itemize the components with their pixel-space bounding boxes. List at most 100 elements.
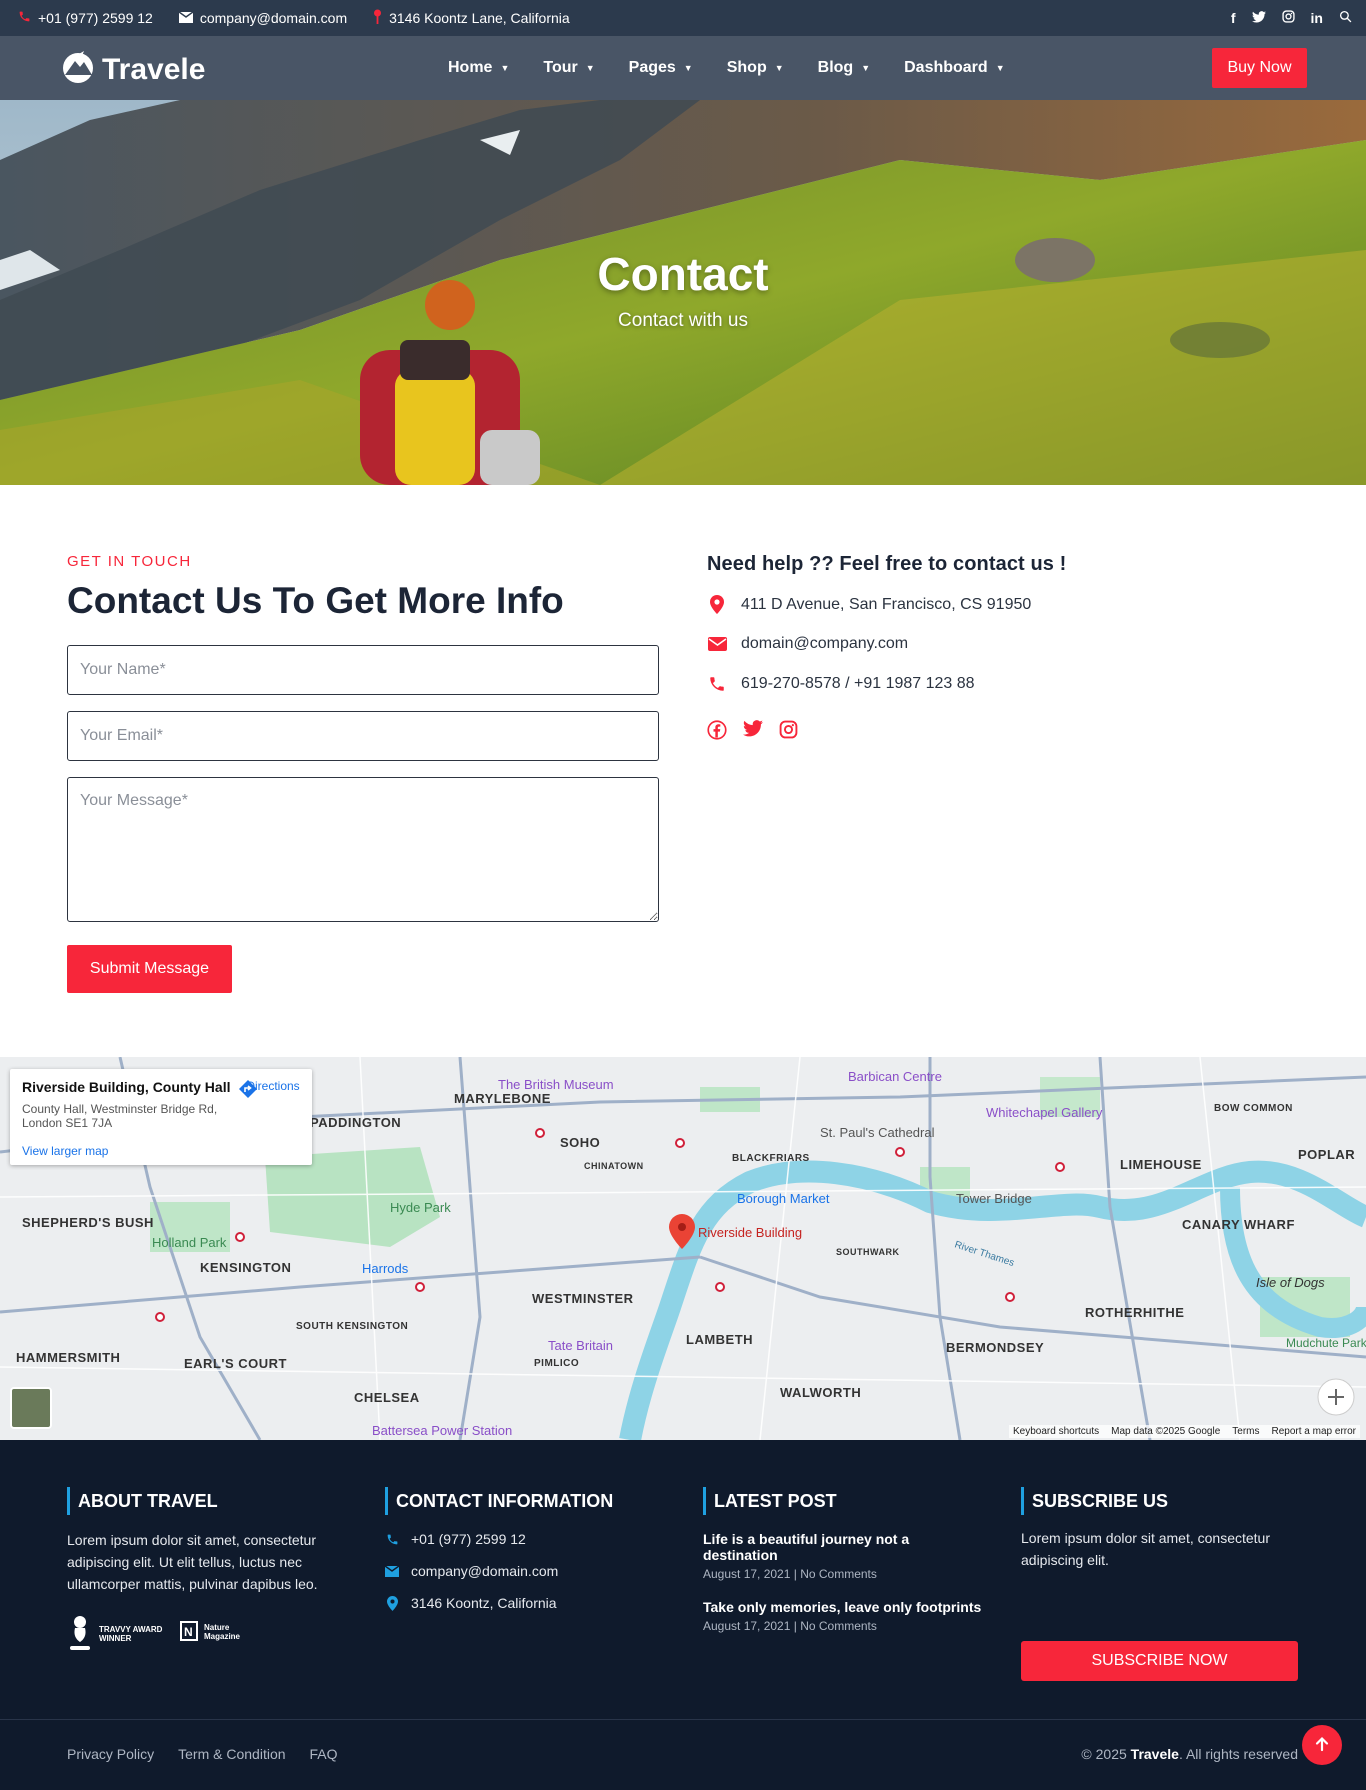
privacy-policy-link[interactable]: Privacy Policy [67,1746,154,1762]
map-label: SOUTH KENSINGTON [296,1321,408,1332]
top-email-text: company@domain.com [199,10,348,26]
trophy-icon [67,1614,93,1654]
message-textarea[interactable] [67,777,659,922]
phone-icon [707,675,727,693]
footer-phone-text: +01 (977) 2599 12 [411,1531,526,1547]
top-email[interactable]: company@domain.com [178,10,348,26]
nav-dashboard[interactable]: Dashboard ▼ [904,59,1005,77]
map-label: BOW COMMON [1214,1103,1293,1114]
search-icon[interactable] [1339,10,1352,26]
info-email[interactable]: domain@company.com [707,635,908,653]
instagram-icon[interactable] [779,720,798,745]
map-label: CHELSEA [354,1390,420,1405]
map-attribution: Keyboard shortcuts Map data ©2025 Google… [1008,1425,1360,1438]
phone-icon [18,10,31,26]
terms-link[interactable]: Terms [1232,1426,1259,1437]
map-label: BERMONDSEY [946,1340,1044,1355]
poi-label: Barbican Centre [848,1069,942,1084]
buy-now-button[interactable]: Buy Now [1212,48,1307,88]
contact-social-links [707,720,798,745]
copyright-suffix: . All rights reserved [1178,1746,1298,1762]
poi-label: Battersea Power Station [372,1423,512,1438]
twitter-icon[interactable] [743,720,763,745]
map-label: KENSINGTON [200,1260,291,1275]
post-comments[interactable]: No Comments [800,1619,877,1633]
poi-label: Holland Park [152,1235,227,1250]
footer-email[interactable]: company@domain.com [385,1555,655,1587]
top-social-links: f in [1231,0,1352,36]
site-logo[interactable]: Travele [60,48,205,92]
scroll-to-top-button[interactable] [1302,1725,1342,1765]
map-label: SOHO [560,1135,600,1150]
google-map[interactable]: MARYLEBONE PADDINGTON SOHO BLACKFRIARS L… [0,1057,1366,1440]
facebook-icon[interactable]: f [1231,10,1236,26]
top-contact-list: +01 (977) 2599 12 company@domain.com 314… [18,0,570,36]
poi-label: Harrods [362,1261,409,1276]
facebook-icon[interactable] [707,720,727,745]
info-email-text: domain@company.com [741,635,909,652]
poi-label: Whitechapel Gallery [986,1105,1103,1120]
info-address: 411 D Avenue, San Francisco, CS 91950 [707,595,1031,614]
nav-tour[interactable]: Tour ▼ [543,59,594,77]
nav-pages-label: Pages [628,59,676,76]
post-title[interactable]: Life is a beautiful journey not a destin… [703,1531,983,1563]
map-label: PADDINGTON [310,1115,401,1130]
satellite-toggle[interactable] [10,1387,52,1429]
name-input[interactable] [67,645,659,695]
nav-shop[interactable]: Shop ▼ [727,59,784,77]
linkedin-icon[interactable]: in [1311,10,1323,26]
post-title[interactable]: Take only memories, leave only footprint… [703,1599,983,1615]
map-label: CHINATOWN [584,1161,644,1171]
keyboard-shortcuts-link[interactable]: Keyboard shortcuts [1013,1426,1099,1437]
award-line: TRAVVY AWARD [99,1625,163,1634]
nav-shop-label: Shop [726,59,767,76]
info-phone[interactable]: 619-270-8578 / +91 1987 123 88 [707,675,975,693]
post-comments[interactable]: No Comments [800,1567,877,1581]
map-label: WALWORTH [780,1385,861,1400]
nav-pages[interactable]: Pages ▼ [629,59,693,77]
submit-message-button[interactable]: Submit Message [67,945,232,993]
section-title: Contact Us To Get More Info [67,580,564,621]
place-address: County Hall, Westminster Bridge Rd, Lond… [22,1102,218,1130]
map-pin-icon [373,9,382,27]
faq-link[interactable]: FAQ [310,1746,338,1762]
twitter-icon[interactable] [1251,10,1266,26]
poi-label: Isle of Dogs [1256,1275,1325,1290]
footer-phone[interactable]: +01 (977) 2599 12 [385,1523,655,1555]
poi-label: The British Museum [498,1077,614,1092]
magazine-icon: N [180,1621,198,1643]
view-larger-map-link[interactable]: View larger map [22,1144,108,1158]
top-address-text: 3146 Koontz Lane, California [389,10,570,26]
award-line: Nature [204,1623,230,1632]
subscribe-now-button[interactable]: SUBSCRIBE NOW [1021,1641,1298,1681]
directions-button[interactable]: Directions [238,1079,308,1098]
nav-home[interactable]: Home ▼ [448,59,509,77]
top-phone[interactable]: +01 (977) 2599 12 [18,10,153,26]
post-item[interactable]: Life is a beautiful journey not a destin… [703,1531,983,1581]
post-date: August 17, 2021 [703,1619,791,1633]
arrow-up-icon [1314,1736,1330,1755]
logo-mountain-icon [60,48,96,92]
help-heading: Need help ?? Feel free to contact us ! [707,553,1067,575]
instagram-icon[interactable] [1281,10,1295,26]
report-error-link[interactable]: Report a map error [1272,1426,1356,1437]
top-phone-text: +01 (977) 2599 12 [38,10,153,26]
top-address: 3146 Koontz Lane, California [373,9,570,27]
email-input[interactable] [67,711,659,761]
nav-blog[interactable]: Blog ▼ [818,59,870,77]
map-label: SOUTHWARK [836,1247,900,1257]
place-name: Riverside Building, County Hall [22,1079,231,1095]
poi-label: Tate Britain [548,1338,613,1353]
post-item[interactable]: Take only memories, leave only footprint… [703,1599,983,1633]
poi-label: Tower Bridge [956,1191,1032,1206]
map-label: EARL'S COURT [184,1356,287,1371]
hero-subtitle: Contact with us [618,310,748,331]
svg-text:N: N [184,1625,193,1639]
envelope-icon [385,1565,399,1577]
terms-link[interactable]: Term & Condition [178,1746,285,1762]
award-line: WINNER [99,1634,132,1643]
hero-title: Contact [597,248,769,300]
phone-icon [385,1533,399,1546]
post-date: August 17, 2021 [703,1567,791,1581]
footer-contact: CONTACT INFORMATION +01 (977) 2599 12 co… [385,1487,655,1619]
